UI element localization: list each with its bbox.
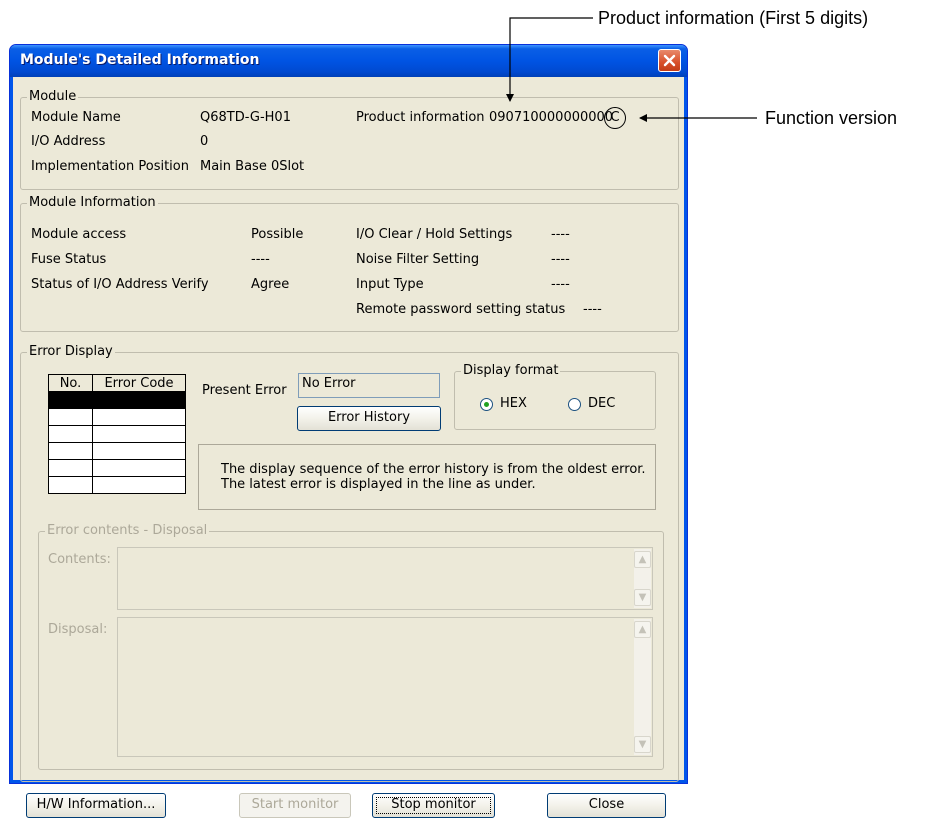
dialog-client-area: Module Module Name Q68TD-G-H01 Product i… (14, 77, 683, 818)
note-line-2: The latest error is displayed in the lin… (221, 477, 536, 492)
function-version-badge: C (604, 107, 626, 129)
io-address-value: 0 (200, 134, 209, 149)
display-format-legend: Display format (461, 363, 561, 379)
product-info-label: Product information (356, 110, 485, 125)
contents-textarea[interactable]: ▲ ▼ (117, 547, 653, 610)
input-type-label: Input Type (356, 277, 424, 292)
error-history-table[interactable]: No. Error Code (48, 374, 186, 494)
module-information-group: Module Information Module access Possibl… (20, 195, 679, 332)
hex-radio[interactable] (480, 398, 493, 411)
dec-radio[interactable] (568, 398, 581, 411)
module-name-label: Module Name (31, 110, 121, 125)
function-version-annotation: Function version (765, 108, 898, 128)
error-contents-legend: Error contents - Disposal (45, 523, 210, 539)
present-error-field: No Error (298, 373, 440, 398)
contents-label: Contents: (48, 552, 111, 567)
close-button[interactable]: Close (547, 793, 666, 818)
implementation-label: Implementation Position (31, 159, 189, 174)
remote-password-label: Remote password setting status (356, 302, 566, 317)
disposal-textarea[interactable]: ▲ ▼ (117, 617, 653, 757)
table-row[interactable] (48, 425, 186, 443)
implementation-value: Main Base 0Slot (200, 159, 305, 174)
fuse-status-label: Fuse Status (31, 252, 107, 267)
scroll-down-icon[interactable]: ▼ (634, 736, 651, 753)
start-monitor-button[interactable]: Start monitor (239, 793, 351, 818)
io-verify-label: Status of I/O Address Verify (31, 277, 209, 292)
error-history-button[interactable]: Error History (297, 406, 441, 431)
present-error-label: Present Error (202, 383, 287, 398)
hw-information-button[interactable]: H/W Information... (26, 793, 166, 818)
table-row[interactable] (48, 391, 186, 409)
contents-scrollbar[interactable]: ▲ ▼ (634, 549, 651, 608)
disposal-label: Disposal: (48, 622, 108, 637)
focus-ring (376, 797, 491, 814)
error-history-note: The display sequence of the error histor… (198, 444, 656, 510)
disposal-scrollbar[interactable]: ▲ ▼ (634, 619, 651, 755)
input-type-value: ---- (551, 277, 570, 292)
module-group: Module Module Name Q68TD-G-H01 Product i… (20, 89, 679, 190)
error-display-legend: Error Display (27, 344, 115, 360)
table-row[interactable] (48, 459, 186, 477)
module-access-value: Possible (251, 227, 304, 242)
io-address-label: I/O Address (31, 134, 106, 149)
table-row[interactable] (48, 442, 186, 460)
title-bar[interactable]: Module's Detailed Information (10, 45, 687, 77)
table-header-no: No. (48, 374, 93, 392)
window-close-button[interactable] (658, 49, 681, 72)
close-icon (663, 54, 676, 67)
scroll-up-icon[interactable]: ▲ (634, 551, 651, 568)
fuse-status-value: ---- (251, 252, 270, 267)
product-info-value: 090710000000000 (489, 110, 614, 125)
scroll-up-icon[interactable]: ▲ (634, 621, 651, 638)
module-access-label: Module access (31, 227, 127, 242)
hex-radio-label[interactable]: HEX (500, 396, 527, 412)
table-row[interactable] (48, 476, 186, 494)
noise-filter-value: ---- (551, 252, 570, 267)
io-verify-value: Agree (251, 277, 290, 292)
window-title: Module's Detailed Information (20, 52, 260, 68)
display-format-group: Display format HEX DEC (454, 363, 656, 430)
module-detail-dialog: Module's Detailed Information Module Mod… (9, 44, 688, 818)
io-clear-label: I/O Clear / Hold Settings (356, 227, 513, 242)
module-info-legend: Module Information (27, 195, 158, 211)
io-clear-value: ---- (551, 227, 570, 242)
product-info-annotation: Product information (First 5 digits) (598, 8, 869, 28)
dec-radio-label[interactable]: DEC (588, 396, 615, 412)
scroll-down-icon[interactable]: ▼ (634, 589, 651, 606)
table-row[interactable] (48, 408, 186, 426)
noise-filter-label: Noise Filter Setting (356, 252, 480, 267)
remote-password-value: ---- (583, 302, 602, 317)
module-name-value: Q68TD-G-H01 (200, 110, 291, 125)
stop-monitor-button[interactable]: Stop monitor (372, 793, 495, 818)
module-legend: Module (27, 89, 79, 105)
table-header-error-code: Error Code (92, 374, 186, 392)
note-line-1: The display sequence of the error histor… (221, 462, 646, 477)
